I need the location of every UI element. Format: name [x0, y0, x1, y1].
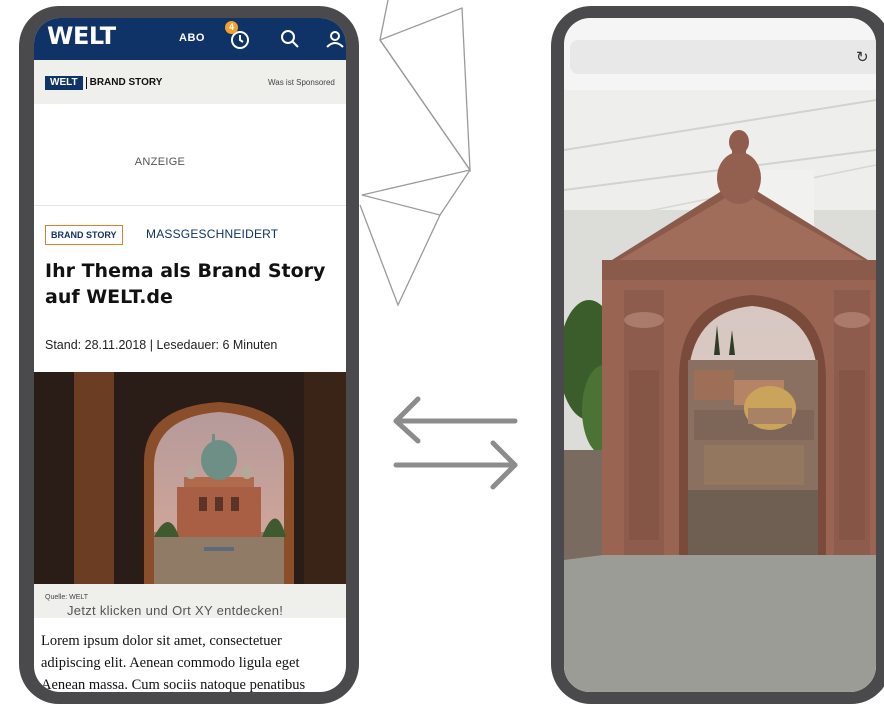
cta-link[interactable]: Jetzt klicken und Ort XY entdecken!: [67, 603, 283, 618]
exchange-arrows-icon: [393, 396, 518, 490]
right-phone-screen: ↻: [564, 18, 876, 692]
body-line: Lorem ipsum dolor sit amet, consectetuer: [41, 633, 282, 649]
brand-story-bar: WELT BRAND STORY Was ist Sponsored: [34, 60, 346, 104]
brand-story-logo[interactable]: WELT BRAND STORY: [45, 76, 162, 90]
abo-link[interactable]: ABO: [179, 32, 205, 44]
site-header: WELT ABO 4: [34, 18, 346, 60]
decorative-polygon-lines: [359, 0, 472, 307]
article-headline: Ihr Thema als Brand Story auf WELT.de: [45, 260, 326, 308]
right-phone: ↻: [551, 6, 884, 704]
brand-logo-mini: WELT: [45, 76, 83, 90]
ad-label: ANZEIGE: [134, 156, 186, 168]
search-icon[interactable]: [279, 28, 301, 50]
body-line: adipiscing elit. Aenean commodo ligula e…: [41, 655, 300, 671]
ar-portal-scene[interactable]: [564, 90, 876, 692]
article-meta: Stand: 28.11.2018 | Lesedauer: 6 Minuten: [45, 338, 278, 352]
body-line: Aenean massa. Cum sociis natoque penatib…: [41, 677, 306, 692]
divider: [34, 205, 346, 206]
sponsored-info-link[interactable]: Was ist Sponsored: [268, 78, 335, 87]
browser-address-bar[interactable]: [570, 40, 876, 74]
welt-logo[interactable]: WELT: [47, 22, 116, 50]
article-hero-image[interactable]: [34, 372, 346, 584]
user-icon[interactable]: [324, 28, 346, 50]
notification-badge: 4: [225, 21, 238, 34]
article-category[interactable]: MASSGESCHNEIDERT: [146, 227, 278, 241]
reload-icon[interactable]: ↻: [856, 48, 869, 66]
article-body: Lorem ipsum dolor sit amet, consectetuer…: [41, 630, 346, 692]
brand-logo-text: BRAND STORY: [85, 77, 162, 89]
image-source: Quelle: WELT: [45, 594, 89, 601]
left-phone-screen: WELT ABO 4 WELT BRAND STORY Was ist Spon…: [34, 18, 346, 692]
brand-story-tag: BRAND STORY: [45, 225, 123, 245]
left-phone: WELT ABO 4 WELT BRAND STORY Was ist Spon…: [19, 6, 359, 704]
